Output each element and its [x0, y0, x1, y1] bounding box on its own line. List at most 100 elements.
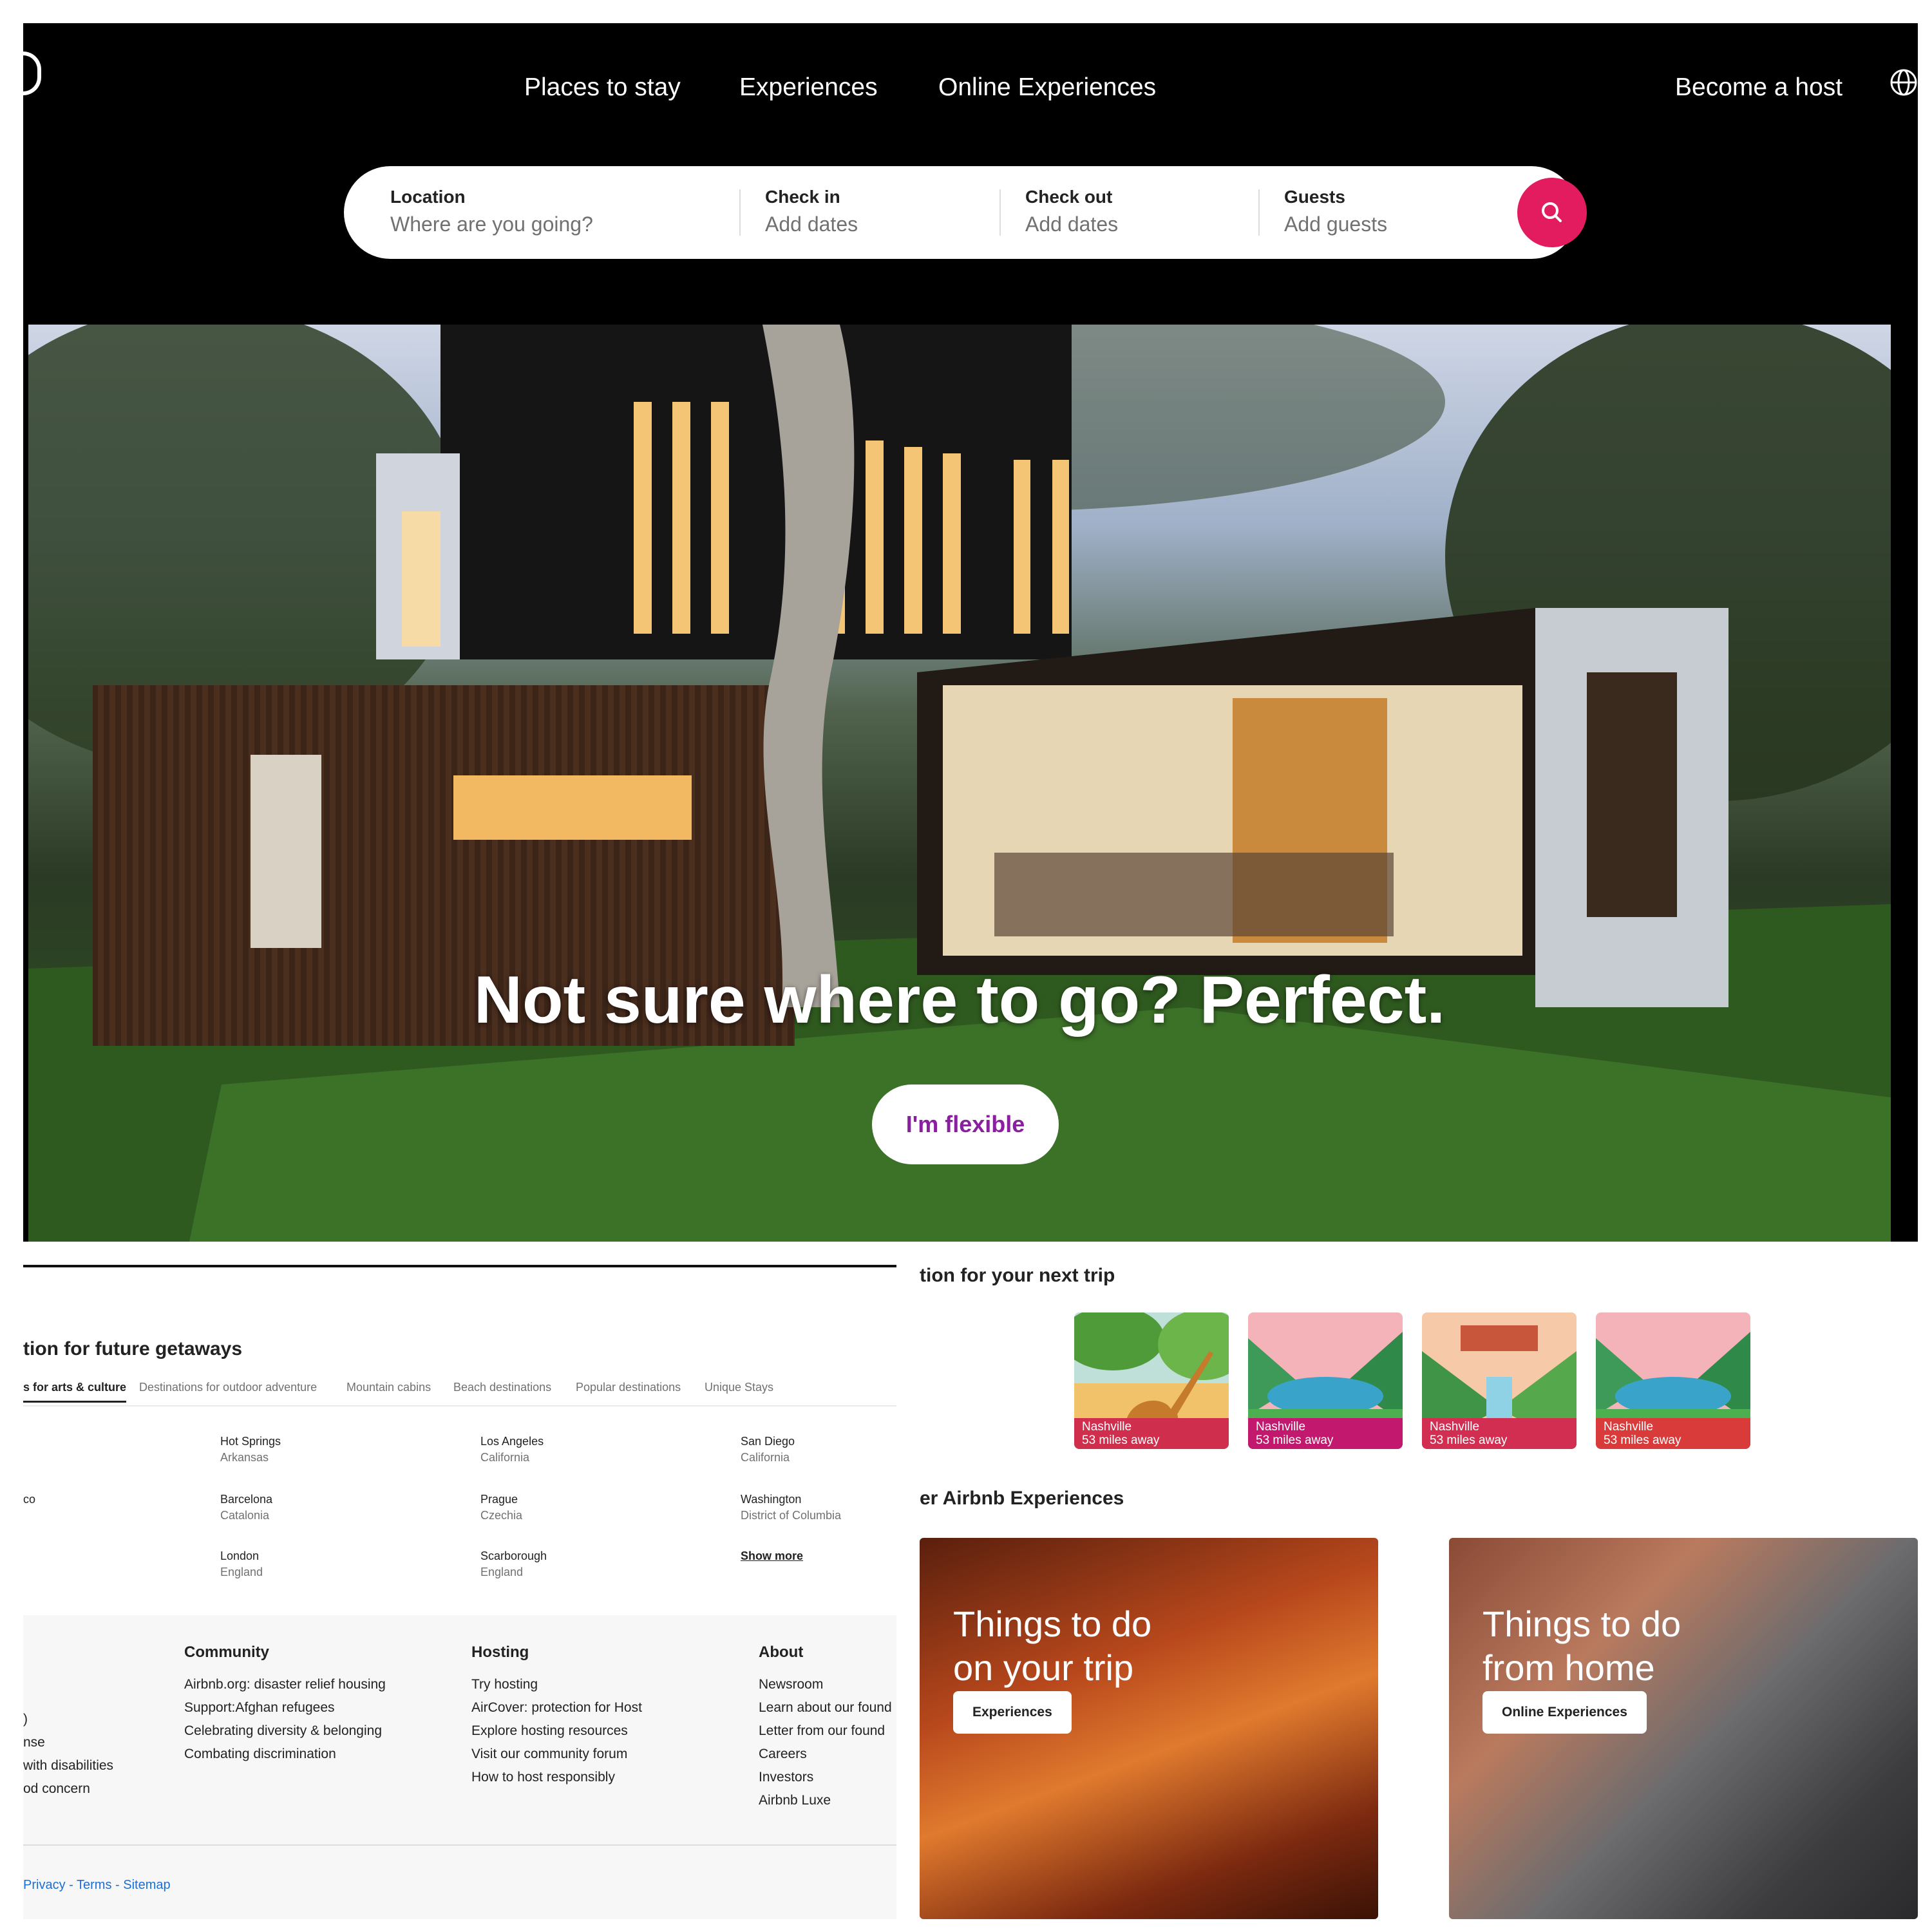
card-city: Nashville [1256, 1420, 1306, 1434]
destination-card[interactable]: Nashville 53 miles away [1422, 1312, 1577, 1449]
destination-region: District of Columbia [741, 1509, 842, 1522]
tab-outdoor-adventure[interactable]: Destinations for outdoor adventure [139, 1381, 317, 1394]
hero-headline: Not sure where to go? Perfect. [473, 963, 1446, 1037]
check-in-label: Check in [765, 187, 840, 207]
destination-link[interactable]: Hot Springs Arkansas [220, 1435, 281, 1464]
footer-link-partial[interactable]: nse [23, 1735, 45, 1750]
destination-link[interactable]: Prague Czechia [480, 1493, 522, 1522]
footer-link[interactable]: Combating discrimination [184, 1747, 336, 1762]
footer-link[interactable]: Support:Afghan refugees [184, 1700, 335, 1716]
footer-link[interactable]: Investors [759, 1770, 813, 1785]
destination-card[interactable]: Nashville 53 miles away [1248, 1312, 1403, 1449]
guests-input[interactable]: Add guests [1284, 213, 1387, 236]
destination-city: Prague [480, 1493, 518, 1506]
card-caption: Nashville 53 miles away [1422, 1418, 1577, 1449]
experience-card-title: Things to do from home [1482, 1602, 1869, 1690]
tab-underline [23, 1405, 896, 1406]
check-out-field[interactable]: Check out Add dates [1025, 166, 1244, 259]
show-more-link[interactable]: Show more [741, 1549, 803, 1563]
tab-mountain-cabins[interactable]: Mountain cabins [346, 1381, 431, 1394]
footer-link-partial[interactable]: od concern [23, 1781, 90, 1797]
tab-beach-destinations[interactable]: Beach destinations [453, 1381, 551, 1394]
destination-city: Hot Springs [220, 1435, 281, 1448]
card-distance: 53 miles away [1604, 1434, 1681, 1447]
search-icon [1542, 202, 1562, 222]
search-bar: Location Where are you going? Check in A… [344, 166, 1587, 259]
destination-link[interactable]: London England [220, 1549, 263, 1579]
footer-link-partial[interactable]: with disabilities [23, 1758, 113, 1774]
card-distance: 53 miles away [1256, 1434, 1334, 1447]
footer-link[interactable]: Explore hosting resources [471, 1723, 628, 1739]
airbnb-logo-icon[interactable] [23, 52, 41, 95]
footer-link[interactable]: Try hosting [471, 1677, 538, 1692]
separator: - [69, 1878, 73, 1892]
experience-card-home[interactable]: Things to do from home Online Experiences [1449, 1538, 1918, 1919]
experience-card-title: Things to do on your trip [953, 1602, 1340, 1690]
become-a-host-link[interactable]: Become a host [1675, 73, 1842, 102]
im-flexible-button[interactable]: I'm flexible [872, 1084, 1059, 1164]
experiences-button[interactable]: Experiences [953, 1691, 1072, 1734]
location-input[interactable]: Where are you going? [390, 213, 593, 236]
footer-link[interactable]: Newsroom [759, 1677, 823, 1692]
nav-places-to-stay[interactable]: Places to stay [524, 73, 681, 102]
experience-card-trip[interactable]: Things to do on your trip Experiences [920, 1538, 1378, 1919]
privacy-link[interactable]: Privacy [23, 1878, 66, 1892]
inspiration-panel: tion for your next trip Nashville 53 mile… [920, 1265, 1918, 1919]
check-out-input[interactable]: Add dates [1025, 213, 1118, 236]
destination-link[interactable]: Washington District of Columbia [741, 1493, 841, 1522]
destination-city: Los Angeles [480, 1435, 544, 1448]
footer-link[interactable]: Airbnb Luxe [759, 1793, 831, 1808]
destination-partial[interactable]: co [23, 1493, 35, 1506]
location-label: Location [390, 187, 466, 207]
tab-arts-culture[interactable]: s for arts & culture [23, 1381, 127, 1403]
getaways-title: tion for future getaways [23, 1338, 243, 1359]
tab-unique-stays[interactable]: Unique Stays [705, 1381, 773, 1394]
footer-link[interactable]: Visit our community forum [471, 1747, 627, 1762]
destination-region: Czechia [480, 1509, 523, 1522]
card-caption: Nashville 53 miles away [1248, 1418, 1403, 1449]
destination-city: London [220, 1549, 260, 1562]
search-button[interactable] [1517, 178, 1587, 247]
terms-link[interactable]: Terms [77, 1878, 111, 1892]
footer-link[interactable]: Celebrating diversity & belonging [184, 1723, 382, 1739]
nav-experiences[interactable]: Experiences [739, 73, 878, 102]
footer-link-partial[interactable]: ) [23, 1712, 28, 1727]
destination-link[interactable]: Scarborough England [480, 1549, 547, 1579]
destination-link[interactable]: San Diego California [741, 1435, 795, 1464]
destination-card[interactable]: Nashville 53 miles away [1596, 1312, 1750, 1449]
globe-icon[interactable] [1889, 68, 1918, 97]
experience-title-line: Things to do [1482, 1604, 1681, 1644]
hero-section: Places to stay Experiences Online Experi… [23, 23, 1918, 1242]
guests-label: Guests [1284, 187, 1345, 207]
card-distance: 53 miles away [1082, 1434, 1160, 1447]
experience-title-line: Things to do [953, 1604, 1152, 1644]
footer-link[interactable]: Learn about our found [759, 1700, 892, 1716]
sitemap-link[interactable]: Sitemap [123, 1878, 170, 1892]
nav-online-experiences[interactable]: Online Experiences [938, 73, 1156, 102]
hero-image: Not sure where to go? Perfect. I'm flexi… [28, 325, 1891, 1242]
destination-link[interactable]: Barcelona Catalonia [220, 1493, 272, 1522]
destination-region: England [220, 1566, 263, 1578]
online-experiences-button[interactable]: Online Experiences [1482, 1691, 1647, 1734]
destination-city: Washington [741, 1493, 802, 1506]
check-in-field[interactable]: Check in Add dates [765, 166, 984, 259]
destination-card[interactable]: Nashville 53 miles away [1074, 1312, 1229, 1449]
check-out-label: Check out [1025, 187, 1113, 207]
card-city: Nashville [1082, 1420, 1132, 1434]
footer-link[interactable]: How to host responsibly [471, 1770, 615, 1785]
footer-link[interactable]: Careers [759, 1747, 807, 1762]
check-in-input[interactable]: Add dates [765, 213, 858, 236]
experiences-title: er Airbnb Experiences [920, 1488, 1124, 1509]
divider [23, 1265, 896, 1267]
footer-link[interactable]: Airbnb.org: disaster relief housing [184, 1677, 386, 1692]
location-field[interactable]: Location Where are you going? [390, 166, 699, 259]
tab-popular-destinations[interactable]: Popular destinations [576, 1381, 681, 1394]
destination-link[interactable]: Los Angeles California [480, 1435, 544, 1464]
guests-field[interactable]: Guests Add guests [1284, 166, 1503, 259]
destination-city: San Diego [741, 1435, 795, 1448]
destination-city: Barcelona [220, 1493, 273, 1506]
separator: - [115, 1878, 120, 1892]
search-divider [999, 189, 1001, 236]
footer-link[interactable]: AirCover: protection for Host [471, 1700, 642, 1716]
footer-link[interactable]: Letter from our found [759, 1723, 885, 1739]
